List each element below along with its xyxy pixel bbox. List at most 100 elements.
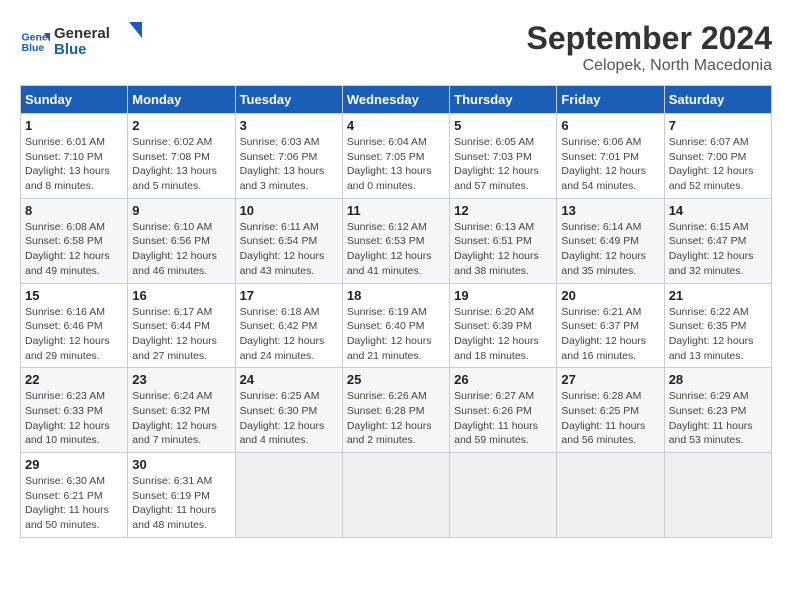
calendar-week-5: 29Sunrise: 6:30 AMSunset: 6:21 PMDayligh…: [21, 453, 772, 538]
day-number: 13: [561, 203, 659, 218]
calendar-cell: 23 Sunrise: 6:24 AMSunset: 6:32 PMDayligh…: [128, 368, 235, 453]
day-info: Sunrise: 6:31 AMSunset: 6:19 PMDaylight:…: [132, 474, 230, 533]
calendar-cell: 27 Sunrise: 6:28 AMSunset: 6:25 PMDayligh…: [557, 368, 664, 453]
header-monday: Monday: [128, 86, 235, 114]
calendar-cell: [342, 453, 449, 538]
calendar-cell: 28 Sunrise: 6:29 AMSunset: 6:23 PMDayligh…: [664, 368, 771, 453]
day-info: Sunrise: 6:29 AMSunset: 6:23 PMDaylight:…: [669, 389, 767, 448]
day-info: Sunrise: 6:07 AMSunset: 7:00 PMDaylight:…: [669, 135, 767, 194]
day-number: 3: [240, 118, 338, 133]
calendar-week-4: 22 Sunrise: 6:23 AMSunset: 6:33 PMDayligh…: [21, 368, 772, 453]
calendar-cell: 26Sunrise: 6:27 AMSunset: 6:26 PMDayligh…: [450, 368, 557, 453]
day-info: Sunrise: 6:15 AMSunset: 6:47 PMDaylight:…: [669, 220, 767, 279]
day-number: 19: [454, 288, 552, 303]
calendar-header-row: SundayMondayTuesdayWednesdayThursdayFrid…: [21, 86, 772, 114]
day-number: 1: [25, 118, 123, 133]
calendar-cell: 19 Sunrise: 6:20 AMSunset: 6:39 PMDayligh…: [450, 283, 557, 368]
header-sunday: Sunday: [21, 86, 128, 114]
calendar-week-2: 8 Sunrise: 6:08 AMSunset: 6:58 PMDaylight…: [21, 198, 772, 283]
day-info: Sunrise: 6:03 AMSunset: 7:06 PMDaylight:…: [240, 135, 338, 194]
calendar-cell: 15 Sunrise: 6:16 AMSunset: 6:46 PMDayligh…: [21, 283, 128, 368]
day-info: Sunrise: 6:19 AMSunset: 6:40 PMDaylight:…: [347, 305, 445, 364]
day-info: Sunrise: 6:08 AMSunset: 6:58 PMDaylight:…: [25, 220, 123, 279]
calendar-cell: 30Sunrise: 6:31 AMSunset: 6:19 PMDayligh…: [128, 453, 235, 538]
day-number: 9: [132, 203, 230, 218]
calendar-cell: 2 Sunrise: 6:02 AMSunset: 7:08 PMDaylight…: [128, 114, 235, 199]
day-info: Sunrise: 6:24 AMSunset: 6:32 PMDaylight:…: [132, 389, 230, 448]
calendar-cell: 25 Sunrise: 6:26 AMSunset: 6:28 PMDayligh…: [342, 368, 449, 453]
day-number: 17: [240, 288, 338, 303]
day-number: 10: [240, 203, 338, 218]
calendar-week-1: 1 Sunrise: 6:01 AMSunset: 7:10 PMDaylight…: [21, 114, 772, 199]
calendar-cell: 21Sunrise: 6:22 AMSunset: 6:35 PMDayligh…: [664, 283, 771, 368]
calendar-cell: [664, 453, 771, 538]
day-number: 18: [347, 288, 445, 303]
logo-text: General Blue: [54, 20, 144, 65]
day-info: Sunrise: 6:17 AMSunset: 6:44 PMDaylight:…: [132, 305, 230, 364]
calendar-cell: 18 Sunrise: 6:19 AMSunset: 6:40 PMDayligh…: [342, 283, 449, 368]
day-info: Sunrise: 6:04 AMSunset: 7:05 PMDaylight:…: [347, 135, 445, 194]
page-header: General Blue General Blue September 2024…: [20, 20, 772, 75]
day-number: 2: [132, 118, 230, 133]
day-info: Sunrise: 6:01 AMSunset: 7:10 PMDaylight:…: [25, 135, 123, 194]
calendar-cell: 12Sunrise: 6:13 AMSunset: 6:51 PMDayligh…: [450, 198, 557, 283]
calendar-cell: 10 Sunrise: 6:11 AMSunset: 6:54 PMDayligh…: [235, 198, 342, 283]
day-info: Sunrise: 6:16 AMSunset: 6:46 PMDaylight:…: [25, 305, 123, 364]
calendar-cell: 5Sunrise: 6:05 AMSunset: 7:03 PMDaylight…: [450, 114, 557, 199]
day-info: Sunrise: 6:26 AMSunset: 6:28 PMDaylight:…: [347, 389, 445, 448]
calendar-cell: 11Sunrise: 6:12 AMSunset: 6:53 PMDayligh…: [342, 198, 449, 283]
calendar-cell: 29Sunrise: 6:30 AMSunset: 6:21 PMDayligh…: [21, 453, 128, 538]
day-number: 12: [454, 203, 552, 218]
title-block: September 2024 Celopek, North Macedonia: [527, 20, 772, 75]
calendar-table: SundayMondayTuesdayWednesdayThursdayFrid…: [20, 85, 772, 538]
header-wednesday: Wednesday: [342, 86, 449, 114]
header-tuesday: Tuesday: [235, 86, 342, 114]
location-subtitle: Celopek, North Macedonia: [527, 57, 772, 75]
day-number: 7: [669, 118, 767, 133]
calendar-cell: 4 Sunrise: 6:04 AMSunset: 7:05 PMDaylight…: [342, 114, 449, 199]
day-info: Sunrise: 6:18 AMSunset: 6:42 PMDaylight:…: [240, 305, 338, 364]
calendar-cell: 14 Sunrise: 6:15 AMSunset: 6:47 PMDayligh…: [664, 198, 771, 283]
day-info: Sunrise: 6:23 AMSunset: 6:33 PMDaylight:…: [25, 389, 123, 448]
day-number: 16: [132, 288, 230, 303]
calendar-cell: 8 Sunrise: 6:08 AMSunset: 6:58 PMDaylight…: [21, 198, 128, 283]
calendar-cell: 20 Sunrise: 6:21 AMSunset: 6:37 PMDayligh…: [557, 283, 664, 368]
day-number: 29: [25, 457, 123, 472]
day-number: 15: [25, 288, 123, 303]
calendar-cell: 22 Sunrise: 6:23 AMSunset: 6:33 PMDayligh…: [21, 368, 128, 453]
day-number: 6: [561, 118, 659, 133]
calendar-cell: [450, 453, 557, 538]
calendar-cell: 9 Sunrise: 6:10 AMSunset: 6:56 PMDaylight…: [128, 198, 235, 283]
day-number: 21: [669, 288, 767, 303]
calendar-cell: 24Sunrise: 6:25 AMSunset: 6:30 PMDayligh…: [235, 368, 342, 453]
svg-text:General: General: [54, 25, 110, 42]
day-info: Sunrise: 6:10 AMSunset: 6:56 PMDaylight:…: [132, 220, 230, 279]
day-info: Sunrise: 6:02 AMSunset: 7:08 PMDaylight:…: [132, 135, 230, 194]
day-info: Sunrise: 6:11 AMSunset: 6:54 PMDaylight:…: [240, 220, 338, 279]
logo-icon: General Blue: [20, 27, 50, 57]
calendar-cell: 13Sunrise: 6:14 AMSunset: 6:49 PMDayligh…: [557, 198, 664, 283]
calendar-week-3: 15 Sunrise: 6:16 AMSunset: 6:46 PMDayligh…: [21, 283, 772, 368]
day-number: 23: [132, 372, 230, 387]
day-number: 22: [25, 372, 123, 387]
day-info: Sunrise: 6:21 AMSunset: 6:37 PMDaylight:…: [561, 305, 659, 364]
calendar-cell: 17 Sunrise: 6:18 AMSunset: 6:42 PMDayligh…: [235, 283, 342, 368]
day-number: 28: [669, 372, 767, 387]
calendar-cell: 16 Sunrise: 6:17 AMSunset: 6:44 PMDayligh…: [128, 283, 235, 368]
day-number: 20: [561, 288, 659, 303]
day-number: 27: [561, 372, 659, 387]
calendar-cell: 7 Sunrise: 6:07 AMSunset: 7:00 PMDaylight…: [664, 114, 771, 199]
day-number: 24: [240, 372, 338, 387]
day-info: Sunrise: 6:20 AMSunset: 6:39 PMDaylight:…: [454, 305, 552, 364]
day-number: 4: [347, 118, 445, 133]
day-number: 5: [454, 118, 552, 133]
day-number: 25: [347, 372, 445, 387]
day-info: Sunrise: 6:28 AMSunset: 6:25 PMDaylight:…: [561, 389, 659, 448]
calendar-cell: 1 Sunrise: 6:01 AMSunset: 7:10 PMDaylight…: [21, 114, 128, 199]
svg-text:Blue: Blue: [54, 41, 87, 58]
calendar-cell: [557, 453, 664, 538]
day-number: 8: [25, 203, 123, 218]
calendar-cell: 6Sunrise: 6:06 AMSunset: 7:01 PMDaylight…: [557, 114, 664, 199]
month-title: September 2024: [527, 20, 772, 57]
day-number: 14: [669, 203, 767, 218]
